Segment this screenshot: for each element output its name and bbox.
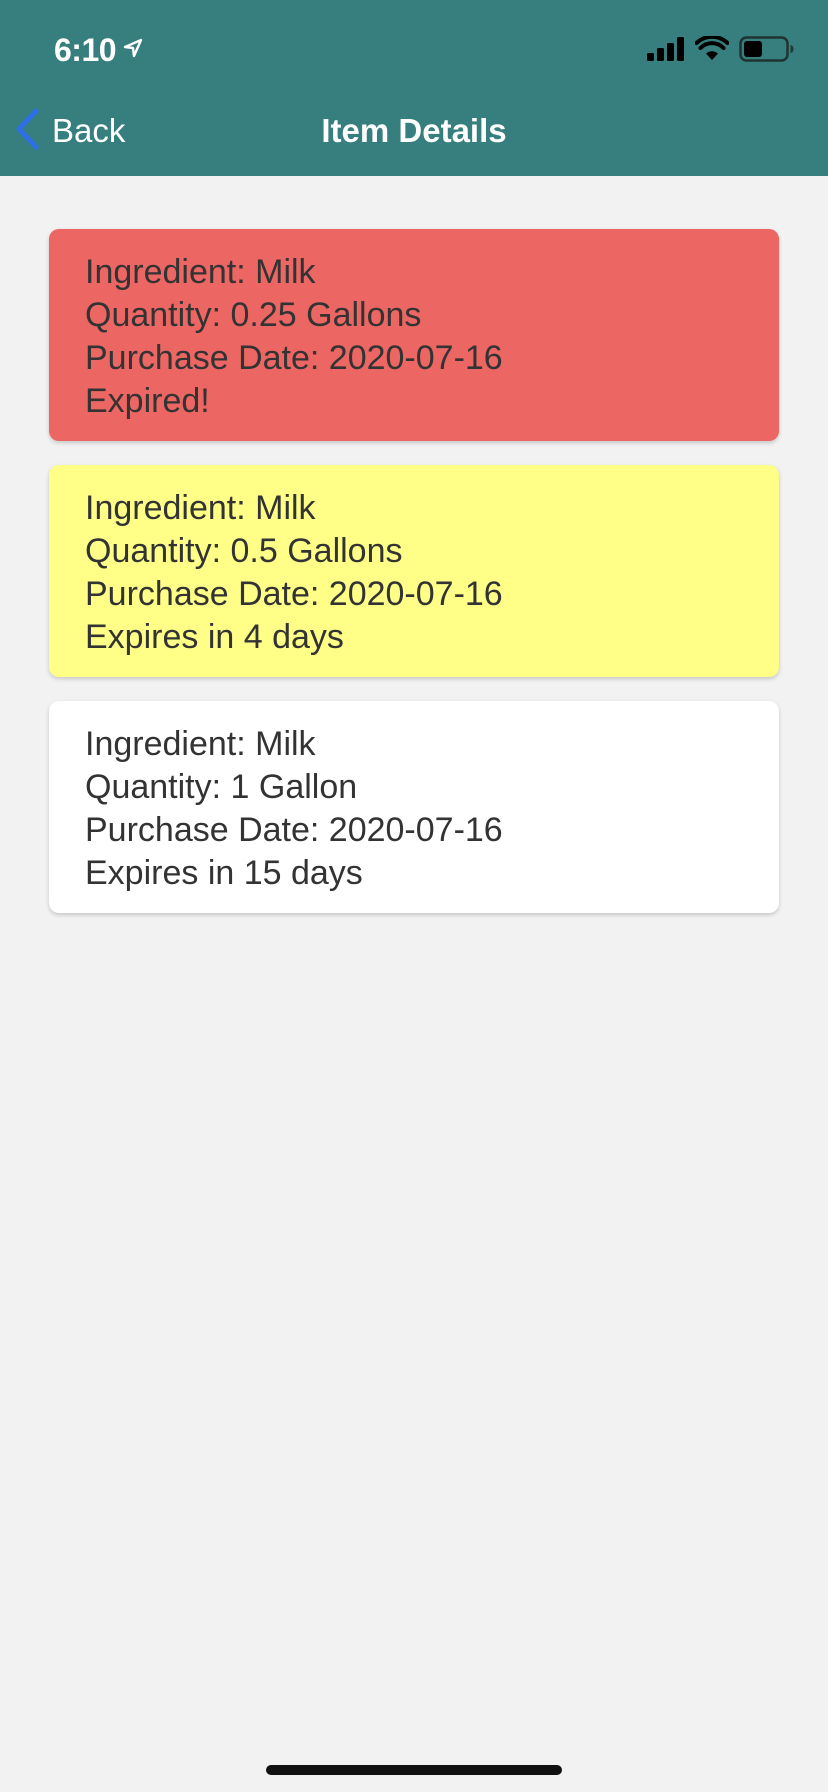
purchase-date-text: Purchase Date: 2020-07-16 bbox=[85, 811, 503, 849]
quantity-text: Quantity: 0.5 Gallons bbox=[85, 532, 403, 570]
item-card-expiring-soon[interactable]: Ingredient: Milk Quantity: 0.5 Gallons P… bbox=[49, 465, 779, 677]
header: 6:10 Back Item Details bbox=[0, 0, 828, 176]
page-title: Item Details bbox=[321, 112, 507, 149]
quantity-text: Quantity: 1 Gallon bbox=[85, 768, 358, 806]
item-list: Ingredient: Milk Quantity: 0.25 Gallons … bbox=[49, 229, 779, 937]
ingredient-text: Ingredient: Milk bbox=[85, 253, 316, 291]
status-time: 6:10 bbox=[54, 31, 117, 68]
expiry-status-text: Expires in 4 days bbox=[85, 618, 344, 656]
expiry-status-text: Expired! bbox=[85, 382, 210, 420]
purchase-date-text: Purchase Date: 2020-07-16 bbox=[85, 575, 503, 613]
location-arrow-icon bbox=[122, 37, 144, 64]
ingredient-text: Ingredient: Milk bbox=[85, 725, 316, 763]
item-card-expired[interactable]: Ingredient: Milk Quantity: 0.25 Gallons … bbox=[49, 229, 779, 441]
expiry-status-text: Expires in 15 days bbox=[85, 854, 363, 892]
cellular-signal-icon bbox=[647, 37, 685, 66]
ingredient-text: Ingredient: Milk bbox=[85, 489, 316, 527]
home-indicator[interactable] bbox=[266, 1765, 562, 1775]
navigation-bar: Back Item Details bbox=[0, 100, 828, 176]
purchase-date-text: Purchase Date: 2020-07-16 bbox=[85, 339, 503, 377]
status-icons bbox=[647, 34, 795, 67]
quantity-text: Quantity: 0.25 Gallons bbox=[85, 296, 422, 334]
item-card-fresh[interactable]: Ingredient: Milk Quantity: 1 Gallon Purc… bbox=[49, 701, 779, 913]
status-bar: 6:10 bbox=[0, 0, 828, 100]
battery-icon bbox=[739, 36, 795, 67]
status-time-group: 6:10 bbox=[54, 30, 144, 70]
wifi-icon bbox=[694, 34, 730, 67]
